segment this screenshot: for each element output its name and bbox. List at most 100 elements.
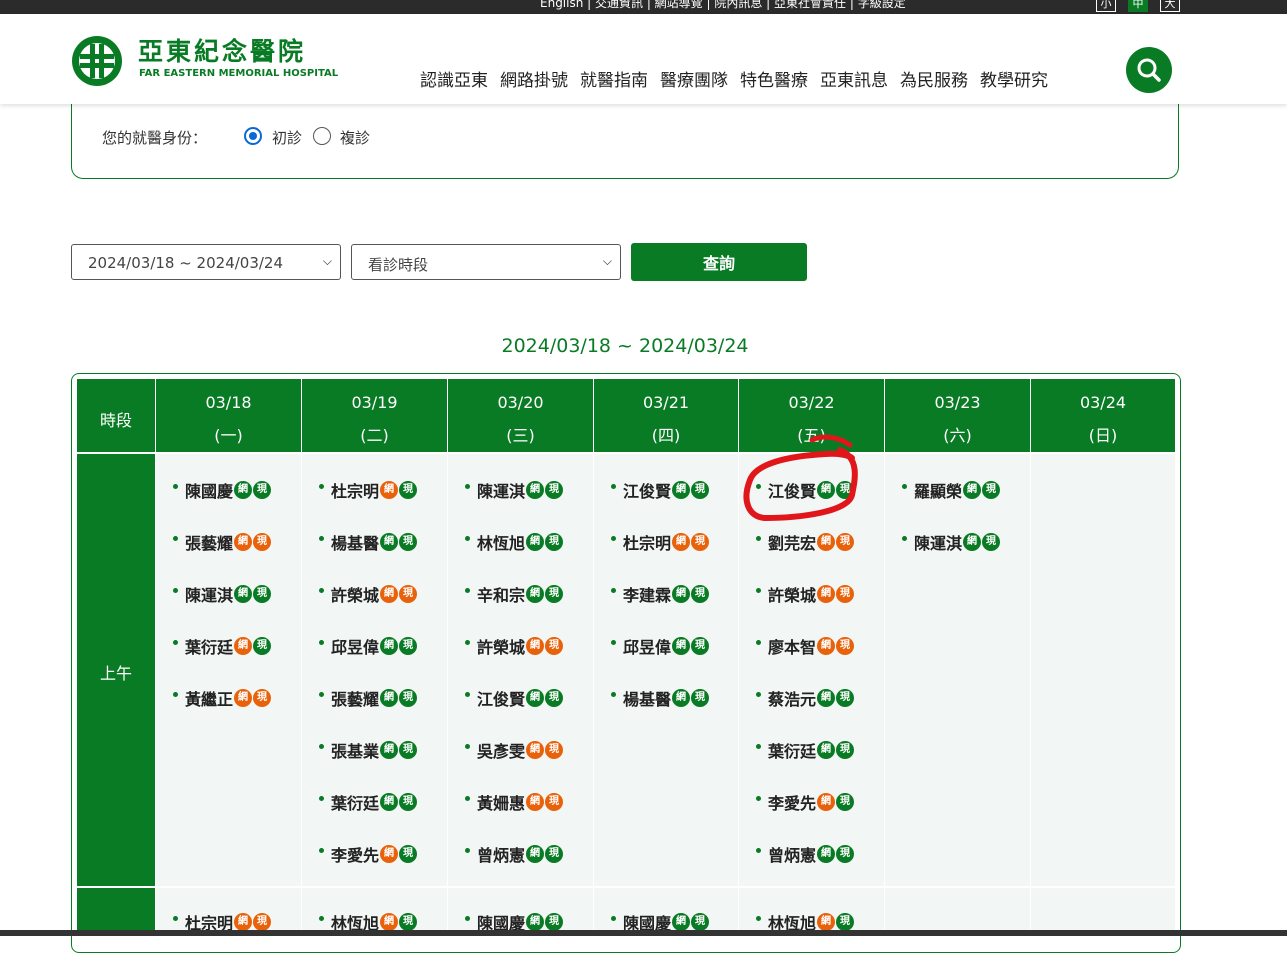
doctor-name[interactable]: 曾炳憲 [477, 842, 525, 866]
doctor-entry[interactable]: 江俊賢網現 [465, 685, 564, 711]
nav-item-visit-guide[interactable]: 就醫指南 [580, 66, 648, 91]
doctor-name[interactable]: 林恆旭 [477, 530, 525, 554]
week-select[interactable]: 2024/03/18 ~ 2024/03/24 ⌵ [71, 244, 341, 280]
onsite-registration-badge[interactable]: 現 [253, 913, 272, 931]
onsite-registration-badge[interactable]: 現 [691, 689, 710, 707]
onsite-registration-badge[interactable]: 現 [691, 637, 710, 655]
doctor-entry[interactable]: 許榮城網現 [465, 633, 564, 659]
onsite-registration-badge[interactable]: 現 [253, 533, 272, 551]
onsite-registration-badge[interactable]: 現 [982, 481, 1001, 499]
onsite-registration-badge[interactable]: 現 [399, 637, 418, 655]
onsite-registration-badge[interactable]: 現 [399, 741, 418, 759]
doctor-name[interactable]: 蔡浩元 [768, 686, 816, 710]
web-registration-badge[interactable]: 網 [672, 533, 691, 551]
web-registration-badge[interactable]: 網 [672, 689, 691, 707]
onsite-registration-badge[interactable]: 現 [836, 845, 855, 863]
onsite-registration-badge[interactable]: 現 [545, 741, 564, 759]
doctor-entry[interactable]: 杜宗明網現 [611, 529, 710, 555]
doctor-name[interactable]: 陳運淇 [185, 582, 233, 606]
doctor-entry[interactable]: 吳彥雯網現 [465, 737, 564, 763]
doctor-name[interactable]: 張基業 [331, 738, 379, 762]
web-registration-badge[interactable]: 網 [526, 689, 545, 707]
onsite-registration-badge[interactable]: 現 [399, 533, 418, 551]
web-registration-badge[interactable]: 網 [380, 585, 399, 603]
web-registration-badge[interactable]: 網 [380, 913, 399, 931]
doctor-entry[interactable]: 陳國慶網現 [173, 477, 272, 503]
web-registration-badge[interactable]: 網 [526, 481, 545, 499]
web-registration-badge[interactable]: 網 [526, 533, 545, 551]
doctor-name[interactable]: 李建霖 [623, 582, 671, 606]
doctor-name[interactable]: 陳國慶 [185, 478, 233, 502]
nav-item-medical-team[interactable]: 醫療團隊 [660, 66, 728, 91]
web-registration-badge[interactable]: 網 [672, 913, 691, 931]
doctor-name[interactable]: 杜宗明 [331, 478, 379, 502]
doctor-name[interactable]: 羅顯榮 [914, 478, 962, 502]
doctor-name[interactable]: 黃姍惠 [477, 790, 525, 814]
doctor-entry[interactable]: 許榮城網現 [756, 581, 855, 607]
doctor-name[interactable]: 張藝耀 [185, 530, 233, 554]
onsite-registration-badge[interactable]: 現 [399, 481, 418, 499]
doctor-name[interactable]: 楊基醫 [623, 686, 671, 710]
doctor-name[interactable]: 葉衍廷 [768, 738, 816, 762]
doctor-entry[interactable]: 曾炳憲網現 [756, 841, 855, 867]
onsite-registration-badge[interactable]: 現 [691, 533, 710, 551]
doctor-name[interactable]: 葉衍廷 [331, 790, 379, 814]
web-registration-badge[interactable]: 網 [234, 533, 253, 551]
doctor-name[interactable]: 李愛先 [331, 842, 379, 866]
web-registration-badge[interactable]: 網 [672, 637, 691, 655]
web-registration-badge[interactable]: 網 [380, 793, 399, 811]
doctor-entry[interactable]: 葉衍廷網現 [756, 737, 855, 763]
onsite-registration-badge[interactable]: 現 [836, 913, 855, 931]
font-size-medium-button[interactable]: 中 [1128, 0, 1148, 12]
web-registration-badge[interactable]: 網 [380, 637, 399, 655]
onsite-registration-badge[interactable]: 現 [545, 913, 564, 931]
web-registration-badge[interactable]: 網 [234, 689, 253, 707]
font-size-small-button[interactable]: 小 [1096, 0, 1116, 12]
web-registration-badge[interactable]: 網 [672, 481, 691, 499]
doctor-entry[interactable]: 林恆旭網現 [465, 529, 564, 555]
first-visit-radio[interactable] [244, 127, 262, 145]
onsite-registration-badge[interactable]: 現 [253, 481, 272, 499]
doctor-entry[interactable]: 辛和宗網現 [465, 581, 564, 607]
query-button[interactable]: 查詢 [631, 243, 807, 281]
doctor-entry[interactable]: 廖本智網現 [756, 633, 855, 659]
nav-item-special-care[interactable]: 特色醫療 [740, 66, 808, 91]
doctor-entry[interactable]: 張基業網現 [319, 737, 418, 763]
onsite-registration-badge[interactable]: 現 [399, 689, 418, 707]
web-registration-badge[interactable]: 網 [817, 585, 836, 603]
doctor-entry[interactable]: 陳運淇網現 [902, 529, 1001, 555]
utility-links[interactable]: English | 交通資訊 | 網站導覽 | 院內訊息 | 亞東社會責任 | … [540, 0, 906, 11]
onsite-registration-badge[interactable]: 現 [836, 533, 855, 551]
web-registration-badge[interactable]: 網 [672, 585, 691, 603]
doctor-name[interactable]: 辛和宗 [477, 582, 525, 606]
web-registration-badge[interactable]: 網 [963, 481, 982, 499]
doctor-entry[interactable]: 黃繼正網現 [173, 685, 272, 711]
doctor-name[interactable]: 葉衍廷 [185, 634, 233, 658]
doctor-entry[interactable]: 許榮城網現 [319, 581, 418, 607]
hospital-logo[interactable]: 亞東紀念醫院 FAR EASTERN MEMORIAL HOSPITAL [70, 34, 338, 92]
onsite-registration-badge[interactable]: 現 [253, 637, 272, 655]
onsite-registration-badge[interactable]: 現 [545, 533, 564, 551]
web-registration-badge[interactable]: 網 [526, 585, 545, 603]
onsite-registration-badge[interactable]: 現 [836, 585, 855, 603]
doctor-entry[interactable]: 張藝耀網現 [319, 685, 418, 711]
doctor-name[interactable]: 黃繼正 [185, 686, 233, 710]
doctor-entry[interactable]: 杜宗明網現 [319, 477, 418, 503]
doctor-name[interactable]: 陳運淇 [914, 530, 962, 554]
web-registration-badge[interactable]: 網 [234, 913, 253, 931]
onsite-registration-badge[interactable]: 現 [545, 585, 564, 603]
web-registration-badge[interactable]: 網 [817, 741, 836, 759]
nav-item-public-service[interactable]: 為民服務 [900, 66, 968, 91]
doctor-name[interactable]: 曾炳憲 [768, 842, 816, 866]
doctor-entry[interactable]: 李愛先網現 [756, 789, 855, 815]
doctor-entry[interactable]: 楊基醫網現 [611, 685, 710, 711]
return-visit-label[interactable]: 複診 [340, 127, 370, 148]
doctor-name[interactable]: 劉芫宏 [768, 530, 816, 554]
onsite-registration-badge[interactable]: 現 [836, 793, 855, 811]
doctor-name[interactable]: 張藝耀 [331, 686, 379, 710]
web-registration-badge[interactable]: 網 [380, 845, 399, 863]
onsite-registration-badge[interactable]: 現 [253, 689, 272, 707]
doctor-entry[interactable]: 陳運淇網現 [173, 581, 272, 607]
web-registration-badge[interactable]: 網 [817, 845, 836, 863]
web-registration-badge[interactable]: 網 [526, 793, 545, 811]
